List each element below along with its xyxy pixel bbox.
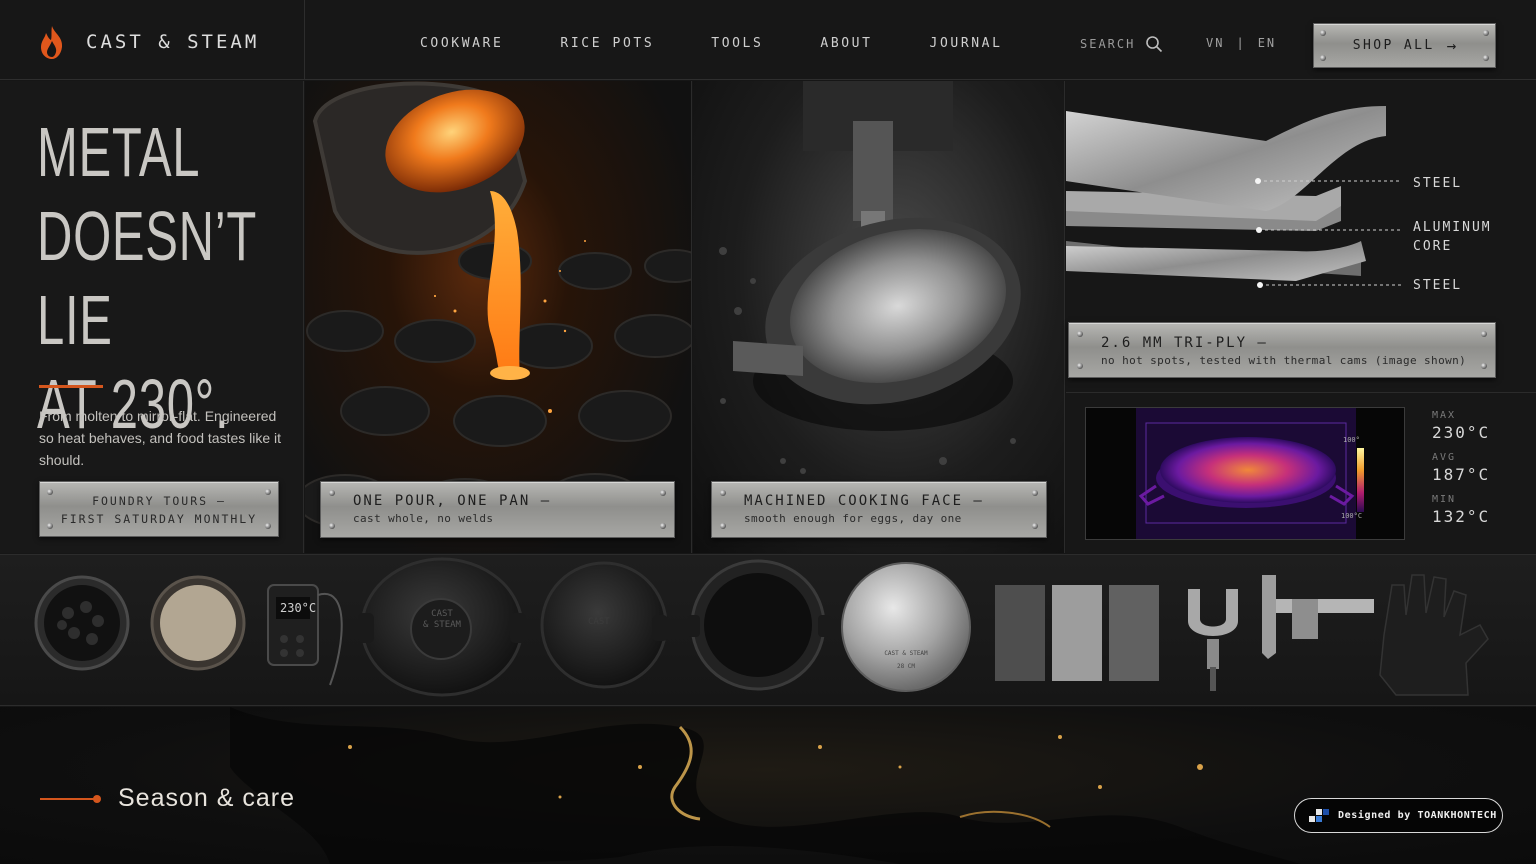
site-header: CAST & STEAM COOKWARE RICE POTS TOOLS AB… — [0, 0, 1536, 80]
lang-en[interactable]: EN — [1258, 36, 1276, 50]
thermal-scale-top: 100° — [1343, 436, 1360, 444]
language-switcher: VN | EN — [1206, 36, 1276, 50]
designer-credit-badge[interactable]: Designed by TOANKHONTECH — [1294, 798, 1503, 833]
stat-avg-label: AVG — [1432, 452, 1457, 463]
layer-label-aluminum-line-1: ALUMINUM — [1413, 220, 1492, 235]
tours-line-2: FIRST SATURDAY MONTHLY — [60, 512, 258, 526]
lang-separator: | — [1236, 36, 1246, 50]
tri-ply-caption: 2.6 MM TRI-PLY — no hot spots, tested wi… — [1068, 322, 1496, 378]
pour-title: ONE POUR, ONE PAN — — [353, 493, 552, 509]
header-divider — [304, 0, 305, 80]
stat-max-value: 230°C — [1432, 423, 1491, 442]
season-care-label: Season & care — [118, 784, 295, 812]
stat-max: MAX 230°C — [1432, 410, 1490, 442]
shop-all-button[interactable]: SHOP ALL → — [1313, 23, 1496, 68]
product-strip: 230°C CAST & STEAM CAST CAST & STEAM 28 … — [0, 554, 1536, 706]
season-accent-line — [40, 794, 101, 803]
thermal-divider — [1066, 392, 1536, 393]
season-care-link[interactable]: Season & care — [40, 784, 295, 813]
arrow-right-icon: → — [1446, 36, 1457, 55]
tri-ply-subtitle: no hot spots, tested with thermal cams (… — [1101, 354, 1467, 367]
dutch-oven-mark-line-2: & STEAM — [423, 620, 461, 630]
griddle-mark: CAST — [588, 617, 610, 627]
main-nav: COOKWARE RICE POTS TOOLS ABOUT JOURNAL — [420, 36, 1003, 51]
shop-all-label: SHOP ALL — [1352, 38, 1435, 53]
stat-min-label: MIN — [1432, 494, 1457, 505]
logo[interactable]: CAST & STEAM — [36, 24, 259, 60]
stat-min: MIN 132°C — [1432, 494, 1490, 526]
tri-ply-title: 2.6 MM TRI-PLY — — [1101, 335, 1268, 351]
brand-name: CAST & STEAM — [86, 31, 260, 53]
thermal-pan-illustration — [1136, 408, 1364, 539]
headline-line-2: DOESN’T LIE — [37, 197, 257, 359]
lid-mark-line-1: CAST & STEAM — [884, 650, 928, 657]
nav-about[interactable]: ABOUT — [820, 36, 872, 51]
nav-tools[interactable]: TOOLS — [711, 36, 763, 51]
machined-title: MACHINED COOKING FACE — — [744, 493, 984, 509]
stat-min-value: 132°C — [1432, 507, 1491, 526]
metal-samples — [995, 585, 1159, 681]
thermometer-reading: 230°C — [280, 601, 317, 615]
stat-avg-value: 187°C — [1432, 465, 1491, 484]
machined-caption: MACHINED COOKING FACE — smooth enough fo… — [711, 481, 1047, 538]
credit-logo-icon — [1309, 808, 1329, 823]
stat-avg: AVG 187°C — [1432, 452, 1490, 484]
pour-caption: ONE POUR, ONE PAN — cast whole, no welds — [320, 481, 675, 538]
coal-bowl — [34, 575, 130, 671]
caliper — [1262, 575, 1374, 659]
product-strip-illustration — [34, 557, 1489, 697]
page: CAST & STEAM COOKWARE RICE POTS TOOLS AB… — [0, 0, 1536, 864]
thermal-image: 100° 100°C — [1085, 407, 1405, 540]
layer-label-aluminum-line-2: CORE — [1413, 239, 1453, 254]
hero-lede: From molten to mirror-flat. Engineered s… — [39, 408, 282, 468]
nav-cookware[interactable]: COOKWARE — [420, 36, 503, 51]
dutch-oven-mark: CAST & STEAM — [420, 609, 464, 631]
layer-label-steel-bottom: STEEL — [1413, 278, 1463, 293]
layer-label-aluminum: ALUMINUM CORE — [1413, 218, 1492, 256]
pour-subtitle: cast whole, no welds — [353, 512, 494, 525]
accent-rule — [39, 385, 103, 388]
layer-label-steel-top: STEEL — [1413, 176, 1463, 191]
clamp — [1188, 589, 1238, 691]
headline-line-1: METAL — [37, 113, 201, 191]
thermal-scale-bottom: 100°C — [1341, 512, 1363, 520]
flame-icon — [41, 26, 63, 59]
dutch-oven-mark-line-1: CAST — [431, 609, 453, 619]
probe-thermometer — [267, 584, 343, 686]
thermal-stats: MAX 230°C AVG 187°C MIN 132°C — [1432, 410, 1490, 536]
foundry-tours-button[interactable]: FOUNDRY TOURS — FIRST SATURDAY MONTHLY — [39, 481, 279, 537]
search-label: SEARCH — [1080, 37, 1136, 51]
tours-line-1: FOUNDRY TOURS — — [92, 494, 226, 508]
stat-max-label: MAX — [1432, 410, 1457, 421]
hero-headline: METAL DOESN’T LIE AT 230°. — [37, 110, 275, 446]
lid-mark: CAST & STEAM 28 CM — [866, 647, 946, 673]
lid-mark-line-2: 28 CM — [896, 663, 916, 670]
nav-rice-pots[interactable]: RICE POTS — [560, 36, 654, 51]
lang-vn[interactable]: VN — [1206, 36, 1224, 50]
flour-bowl — [150, 575, 246, 671]
search-button[interactable]: SEARCH — [1080, 35, 1163, 53]
credit-text: Designed by TOANKHONTECH — [1338, 810, 1497, 821]
search-icon — [1146, 36, 1163, 53]
machined-subtitle: smooth enough for eggs, day one — [744, 512, 962, 525]
gloves — [1379, 574, 1489, 696]
nav-journal[interactable]: JOURNAL — [930, 36, 1003, 51]
skillet — [688, 559, 830, 691]
